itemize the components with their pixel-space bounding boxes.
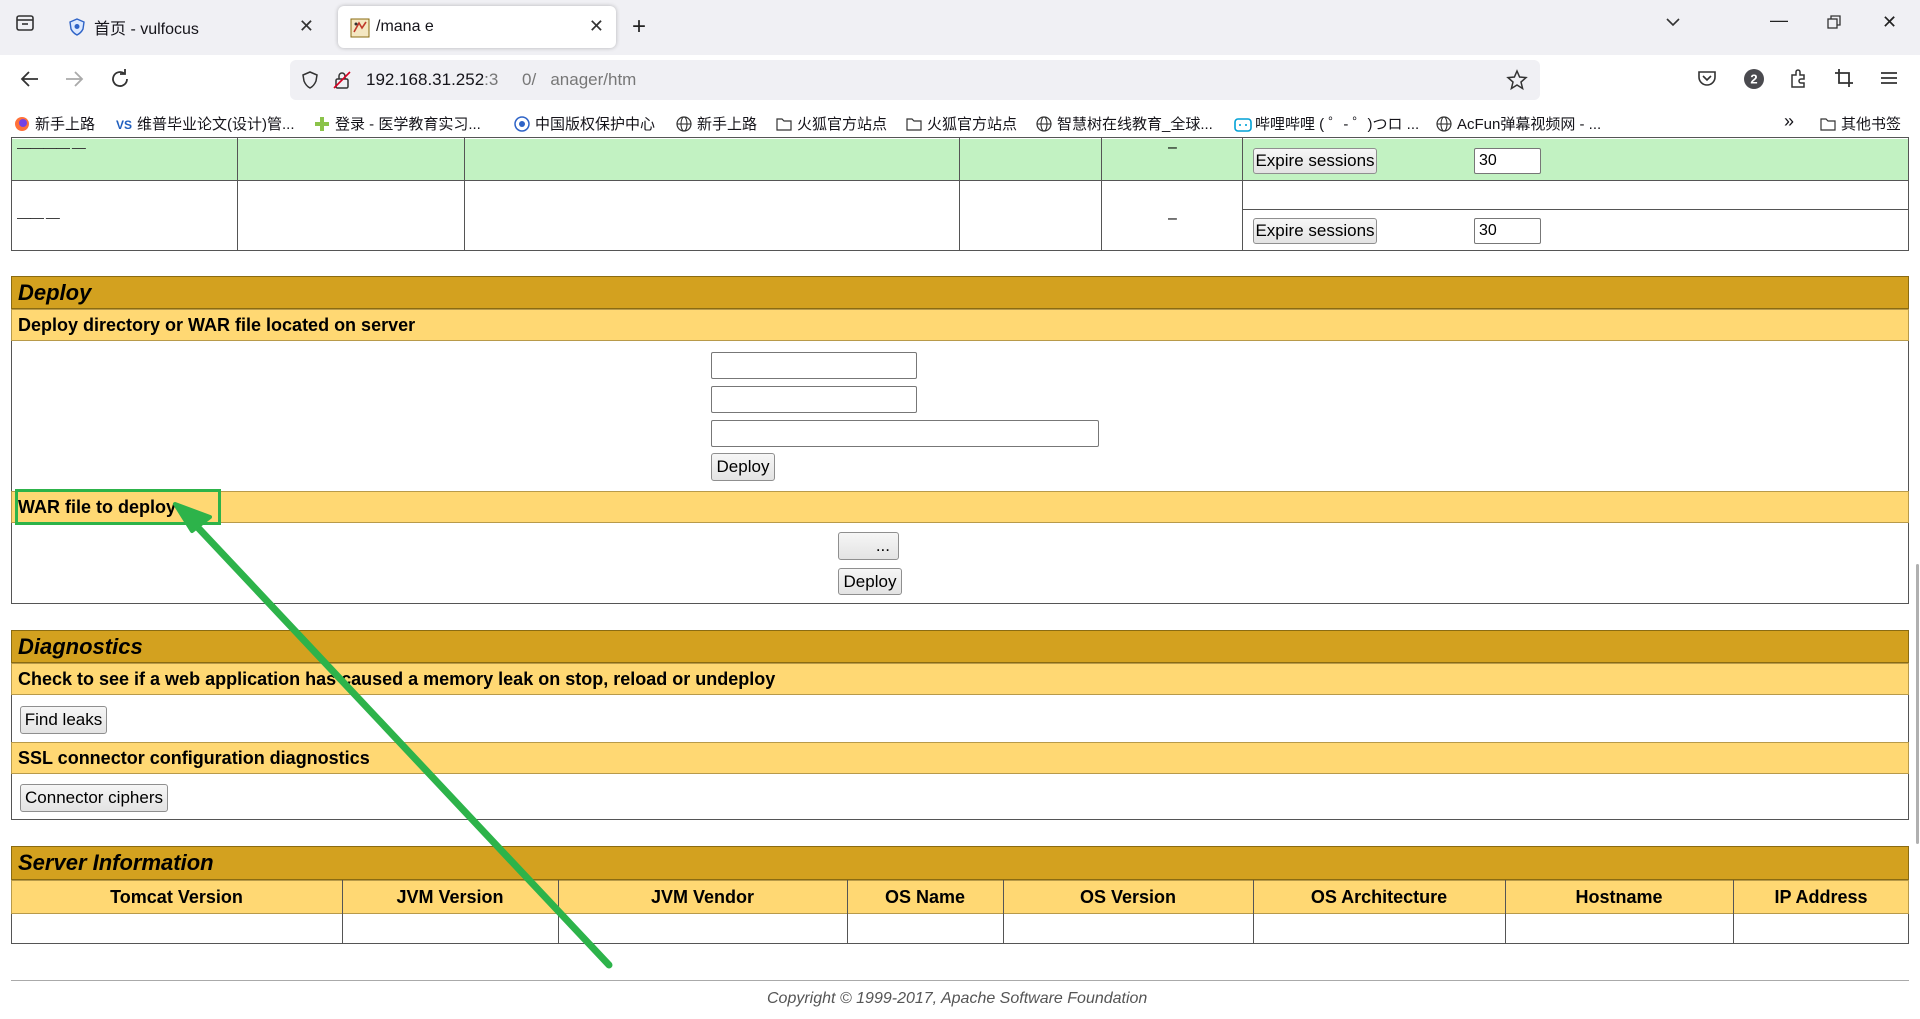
forward-arrow-icon[interactable] xyxy=(62,67,86,97)
bookmark-item[interactable]: 智慧树在线教育_全球... xyxy=(1036,113,1213,134)
bookmark-item[interactable]: 哔哩哔哩 ( ゜- ゜)つロ ... xyxy=(1234,113,1419,134)
url-text[interactable]: 192.168.31.252:3 0/ anager/htm xyxy=(366,70,636,90)
tab-manager[interactable]: /mana e ✕ xyxy=(338,6,616,48)
hamburger-menu-icon[interactable] xyxy=(1878,67,1900,95)
chevron-down-icon[interactable] xyxy=(1664,13,1682,36)
svg-text:VS: VS xyxy=(116,118,132,132)
tab-vulfocus[interactable]: 首页 - vulfocus ✕ xyxy=(54,6,326,48)
bookmark-label: 火狐官方站点 xyxy=(927,116,1018,133)
bilibili-tv-icon xyxy=(1234,116,1252,132)
account-badge[interactable]: 2 xyxy=(1743,68,1765,96)
url-bar[interactable]: 192.168.31.252:3 0/ anager/htm xyxy=(290,60,1540,100)
globe-icon xyxy=(1436,115,1452,132)
bookmark-label: AcFun弹幕视频网 - ... xyxy=(1457,116,1602,133)
bookmark-label: 新手上路 xyxy=(35,116,96,133)
bookmark-label: 智慧树在线教育_全球... xyxy=(1057,116,1213,133)
bookmark-item[interactable]: 其他书签 xyxy=(1820,113,1901,134)
pocket-icon[interactable] xyxy=(1696,67,1718,95)
copyright-center-icon xyxy=(514,115,530,132)
minimize-icon[interactable]: — xyxy=(1770,10,1788,31)
bookmark-item[interactable]: 新手上路 xyxy=(676,113,757,134)
close-window-icon[interactable]: ✕ xyxy=(1882,12,1897,33)
browser-window: 首页 - vulfocus ✕ /mana e ✕ + — ✕ 192.168.… xyxy=(0,0,1920,1019)
navigation-bar: 192.168.31.252:3 0/ anager/htm 2 xyxy=(0,55,1920,105)
extensions-puzzle-icon[interactable] xyxy=(1788,67,1810,95)
restore-icon[interactable] xyxy=(1826,14,1842,35)
bookmark-label: 登录 - 医学教育实习... xyxy=(335,116,481,133)
bookmarks-toolbar: 新手上路 VS 维普毕业论文(设计)管... 登录 - 医学教育实习... 中国版… xyxy=(0,105,1920,139)
vip-icon: VS xyxy=(116,116,132,132)
url-path: 0/ anager/htm xyxy=(521,70,637,89)
bookmark-item[interactable]: 登录 - 医学教育实习... xyxy=(314,113,481,134)
bookmark-label: 中国版权保护中心 xyxy=(535,116,656,133)
globe-icon xyxy=(676,115,692,132)
folder-icon xyxy=(776,116,792,132)
close-tab-icon[interactable]: ✕ xyxy=(299,16,314,37)
bookmark-item[interactable]: 火狐官方站点 xyxy=(906,113,1017,134)
bookmark-item[interactable]: 新手上路 xyxy=(14,113,95,134)
bookmark-item[interactable]: 火狐官方站点 xyxy=(776,113,887,134)
bookmark-label: 维普毕业论文(设计)管... xyxy=(137,116,295,133)
tracking-shield-icon[interactable] xyxy=(300,70,320,95)
tomcat-favicon-icon xyxy=(350,18,370,38)
bookmark-item[interactable]: AcFun弹幕视频网 - ... xyxy=(1436,113,1601,134)
page-scrollbar[interactable] xyxy=(1914,139,1920,1019)
bookmark-label: 新手上路 xyxy=(697,116,758,133)
account-badge-count: 2 xyxy=(1750,72,1757,87)
new-tab-icon[interactable]: + xyxy=(632,13,646,41)
firefox-icon xyxy=(14,116,30,132)
bookmark-star-icon[interactable] xyxy=(1506,69,1528,96)
folder-icon xyxy=(906,116,922,132)
tab-title: /mana e xyxy=(376,18,434,35)
bookmark-item[interactable]: VS 维普毕业论文(设计)管... xyxy=(116,113,295,134)
bookmarks-overflow-chevron-icon[interactable]: » xyxy=(1784,111,1794,132)
tab-list-icon[interactable] xyxy=(14,12,36,39)
medical-cross-icon xyxy=(314,116,330,132)
bookmark-label: 哔哩哔哩 ( ゜- ゜)つロ ... xyxy=(1255,116,1420,133)
page-content: ———— — – Expire sessions 30 —— — – Expir… xyxy=(0,137,1920,1019)
annotation-arrow-icon xyxy=(173,502,613,969)
folder-icon xyxy=(1820,116,1836,132)
crop-icon[interactable] xyxy=(1833,67,1855,95)
url-port: :3 xyxy=(484,70,499,89)
shield-favicon-icon xyxy=(68,18,86,36)
url-gap xyxy=(498,70,522,89)
bookmark-item[interactable]: 中国版权保护中心 xyxy=(514,113,655,134)
close-tab-icon[interactable]: ✕ xyxy=(589,16,604,37)
tab-bar: 首页 - vulfocus ✕ /mana e ✕ + — ✕ xyxy=(0,0,1920,55)
insecure-lock-icon[interactable] xyxy=(332,70,352,95)
bookmark-label: 其他书签 xyxy=(1841,116,1902,133)
scrollbar-thumb[interactable] xyxy=(1916,564,1919,844)
url-host: 192.168.31.252 xyxy=(366,70,485,89)
back-arrow-icon[interactable] xyxy=(18,67,42,97)
bookmark-label: 火狐官方站点 xyxy=(797,116,888,133)
tab-title: 首页 - vulfocus xyxy=(94,21,199,38)
reload-icon[interactable] xyxy=(108,67,132,97)
globe-icon xyxy=(1036,115,1052,132)
